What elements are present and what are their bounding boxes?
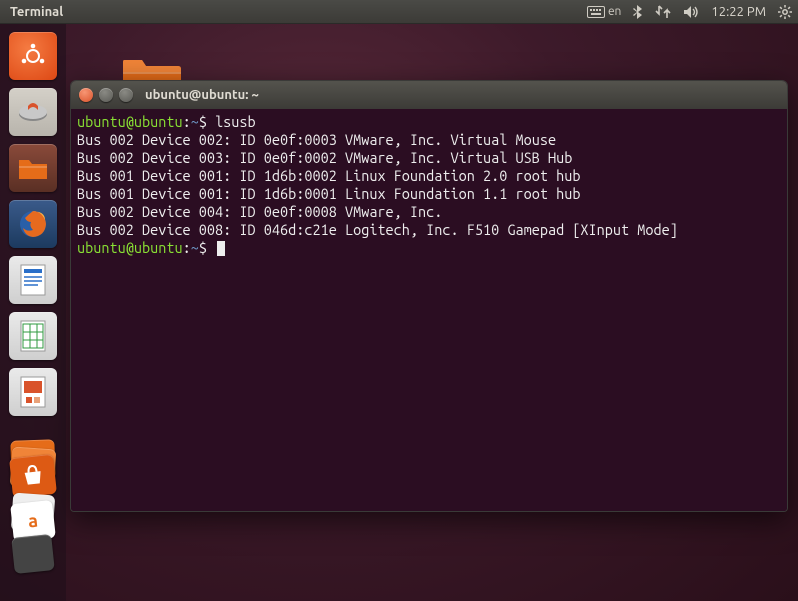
close-icon[interactable] (79, 88, 93, 102)
prompt-path: ~ (191, 113, 199, 130)
window-titlebar[interactable]: ubuntu@ubuntu: ~ (71, 81, 787, 109)
window-title: ubuntu@ubuntu: ~ (145, 88, 259, 102)
keyboard-layout-indicator[interactable]: en (587, 5, 621, 18)
bluetooth-icon[interactable] (633, 5, 643, 19)
gear-icon[interactable] (778, 5, 792, 19)
launcher-writer[interactable] (7, 254, 59, 306)
terminal-output-line: Bus 002 Device 008: ID 046d:c21e Logitec… (77, 221, 678, 238)
terminal-cursor (217, 241, 225, 256)
prompt-path: ~ (191, 239, 199, 256)
minimize-icon[interactable] (99, 88, 113, 102)
launcher-dash[interactable] (7, 30, 59, 82)
launcher-impress[interactable] (7, 366, 59, 418)
terminal-body[interactable]: ubuntu@ubuntu:~$ lsusb Bus 002 Device 00… (71, 109, 787, 511)
terminal-output-line: Bus 001 Device 001: ID 1d6b:0002 Linux F… (77, 167, 580, 184)
top-panel: Terminal en 12:22 PM (0, 0, 798, 24)
launcher-stack-misc[interactable] (7, 532, 59, 572)
terminal-output-line: Bus 002 Device 002: ID 0e0f:0003 VMware,… (77, 131, 556, 148)
prompt-user: ubuntu@ubuntu (77, 113, 183, 130)
network-icon[interactable] (655, 5, 671, 19)
volume-icon[interactable] (683, 5, 699, 19)
launcher-installer[interactable] (7, 86, 59, 138)
system-tray: en 12:22 PM (587, 5, 792, 19)
terminal-output-line: Bus 001 Device 001: ID 1d6b:0001 Linux F… (77, 185, 580, 202)
terminal-output-line: Bus 002 Device 003: ID 0e0f:0002 VMware,… (77, 149, 572, 166)
launcher-firefox[interactable] (7, 198, 59, 250)
unity-launcher: a (0, 24, 66, 601)
launcher-files[interactable] (7, 142, 59, 194)
clock[interactable]: 12:22 PM (711, 5, 766, 19)
keyboard-layout-label: en (608, 5, 621, 18)
prompt-user: ubuntu@ubuntu (77, 239, 183, 256)
active-app-title: Terminal (6, 5, 63, 19)
terminal-command: lsusb (215, 113, 256, 130)
launcher-stack-software-center[interactable] (7, 426, 59, 496)
maximize-icon[interactable] (119, 88, 133, 102)
launcher-calc[interactable] (7, 310, 59, 362)
terminal-output-line: Bus 002 Device 004: ID 0e0f:0008 VMware,… (77, 203, 442, 220)
terminal-window[interactable]: ubuntu@ubuntu: ~ ubuntu@ubuntu:~$ lsusb … (70, 80, 788, 512)
